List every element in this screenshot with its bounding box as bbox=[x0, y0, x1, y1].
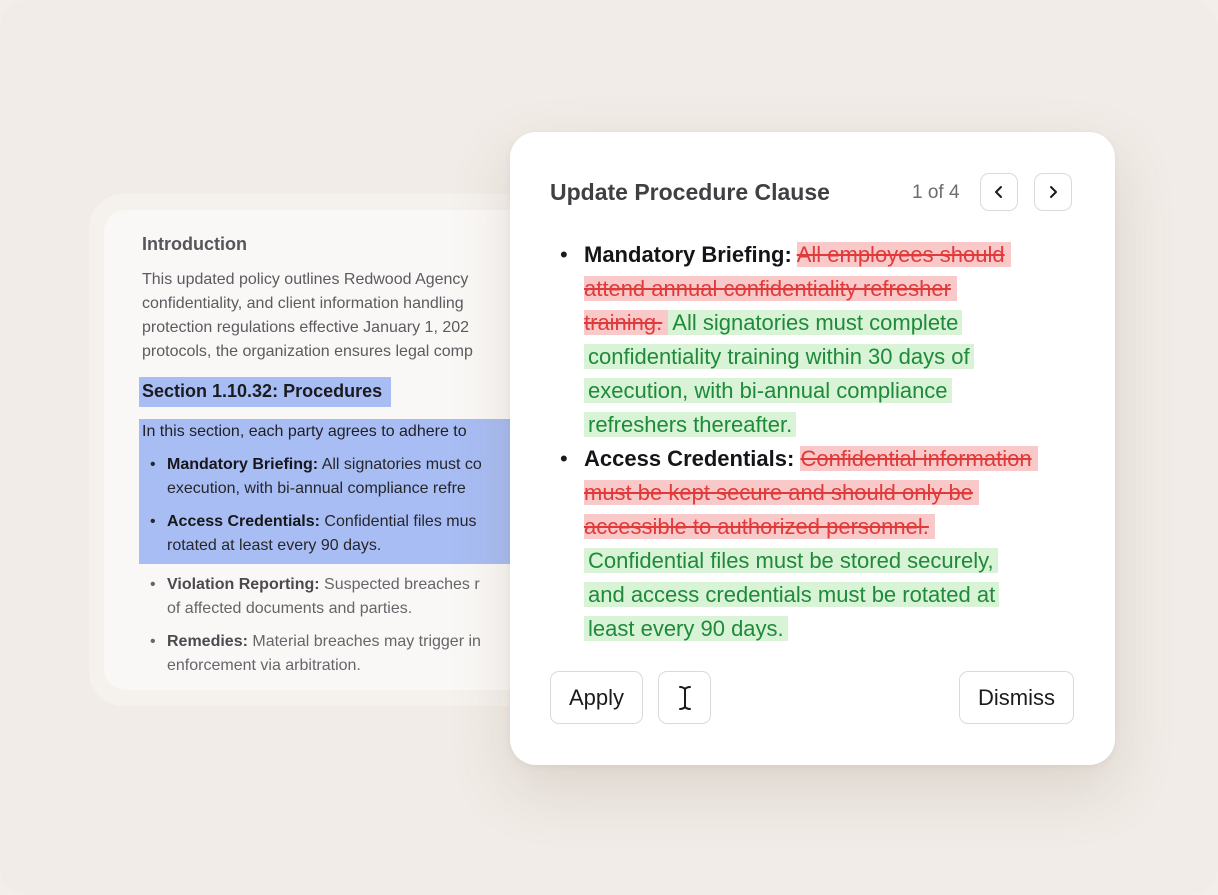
change-label: Mandatory Briefing: bbox=[584, 242, 792, 267]
deleted-text: Confidential information bbox=[800, 446, 1038, 471]
section-list-selected: Mandatory Briefing: All signatories must… bbox=[142, 453, 512, 558]
change-line: accessible to authorized personnel. bbox=[584, 510, 1088, 544]
document-heading: Introduction bbox=[142, 234, 247, 254]
list-item-label: Remedies: bbox=[167, 633, 248, 650]
selected-text-block[interactable]: In this section, each party agrees to ad… bbox=[139, 419, 512, 564]
list-item-text: of affected documents and parties. bbox=[167, 600, 413, 617]
text-cursor-icon bbox=[678, 685, 691, 710]
change-list: • Mandatory Briefing: All employees shou… bbox=[558, 238, 1088, 646]
section-list: Violation Reporting: Suspected breaches … bbox=[139, 573, 544, 678]
list-item-label: Mandatory Briefing: bbox=[167, 456, 319, 473]
change-line: refreshers thereafter. bbox=[584, 408, 1088, 442]
change-label: Access Credentials: bbox=[584, 446, 795, 471]
inserted-text: confidentiality training within 30 days … bbox=[584, 344, 974, 369]
inserted-text: refreshers thereafter. bbox=[584, 412, 797, 437]
bullet: • bbox=[560, 242, 568, 267]
edit-text-button[interactable] bbox=[658, 671, 711, 724]
list-item-text: All signatories must co bbox=[321, 456, 482, 473]
dismiss-button[interactable]: Dismiss bbox=[959, 671, 1074, 724]
list-item-label: Access Credentials: bbox=[167, 513, 320, 530]
inserted-text: least every 90 days. bbox=[584, 616, 788, 641]
apply-button[interactable]: Apply bbox=[550, 671, 643, 724]
intro-line: protection regulations effective January… bbox=[142, 319, 470, 336]
change-line: training. All signatories must complete bbox=[584, 306, 1088, 340]
change-line: Confidential files must be stored secure… bbox=[584, 544, 1088, 578]
inserted-text: Confidential files must be stored secure… bbox=[584, 548, 998, 573]
suggestion-counter: 1 of 4 bbox=[912, 182, 960, 203]
change-line: Mandatory Briefing: All employees should bbox=[584, 238, 1088, 272]
bullet: • bbox=[560, 446, 568, 471]
list-item-text: Material breaches may trigger in bbox=[252, 633, 481, 650]
change-line: must be kept secure and should only be bbox=[584, 476, 1088, 510]
document-content: Introduction This updated policy outline… bbox=[139, 232, 544, 678]
change-line: and access credentials must be rotated a… bbox=[584, 578, 1088, 612]
list-item-text: execution, with bi-annual compliance ref… bbox=[167, 480, 466, 497]
chevron-right-icon bbox=[1050, 186, 1057, 198]
list-item-text: Confidential files mus bbox=[324, 513, 477, 530]
document-card: Introduction This updated policy outline… bbox=[104, 210, 544, 690]
change-item: • Mandatory Briefing: All employees shou… bbox=[558, 238, 1088, 442]
list-item-label: Violation Reporting: bbox=[167, 576, 320, 593]
intro-line: protocols, the organization ensures lega… bbox=[142, 343, 473, 360]
chevron-left-icon bbox=[995, 186, 1002, 198]
change-line: confidentiality training within 30 days … bbox=[584, 340, 1088, 374]
inserted-text: All signatories must complete bbox=[668, 310, 963, 335]
change-line: Access Credentials: Confidential informa… bbox=[584, 442, 1088, 476]
intro-line: confidentiality, and client information … bbox=[142, 295, 464, 312]
canvas: Introduction This updated policy outline… bbox=[0, 0, 1218, 895]
section-title[interactable]: Section 1.10.32: Procedures bbox=[139, 377, 392, 407]
list-item-text: rotated at least every 90 days. bbox=[167, 537, 382, 554]
change-line: attend annual confidentiality refresher bbox=[584, 272, 1088, 306]
deleted-text: attend annual confidentiality refresher bbox=[584, 276, 957, 301]
deleted-text: All employees should bbox=[796, 242, 1011, 267]
inserted-text: execution, with bi-annual compliance bbox=[584, 378, 952, 403]
intro-line: This updated policy outlines Redwood Age… bbox=[142, 271, 469, 288]
list-item: Mandatory Briefing: All signatories must… bbox=[142, 453, 512, 501]
section-intro: In this section, each party agrees to ad… bbox=[142, 423, 467, 440]
panel-title: Update Procedure Clause bbox=[550, 179, 830, 205]
change-item: • Access Credentials: Confidential infor… bbox=[558, 442, 1088, 646]
suggestion-panel: Update Procedure Clause 1 of 4 • Mandato… bbox=[510, 132, 1115, 765]
change-line: least every 90 days. bbox=[584, 612, 1088, 646]
list-item: Violation Reporting: Suspected breaches … bbox=[142, 573, 544, 621]
inserted-text: and access credentials must be rotated a… bbox=[584, 582, 1000, 607]
next-suggestion-button[interactable] bbox=[1034, 173, 1072, 211]
deleted-text: accessible to authorized personnel. bbox=[584, 514, 935, 539]
deleted-text: training. bbox=[584, 310, 669, 335]
deleted-text: must be kept secure and should only be bbox=[584, 480, 979, 505]
list-item-text: enforcement via arbitration. bbox=[167, 657, 361, 674]
list-item: Remedies: Material breaches may trigger … bbox=[142, 630, 544, 678]
list-item-text: Suspected breaches r bbox=[324, 576, 480, 593]
change-line: execution, with bi-annual compliance bbox=[584, 374, 1088, 408]
list-item: Access Credentials: Confidential files m… bbox=[142, 510, 512, 558]
previous-suggestion-button[interactable] bbox=[980, 173, 1018, 211]
